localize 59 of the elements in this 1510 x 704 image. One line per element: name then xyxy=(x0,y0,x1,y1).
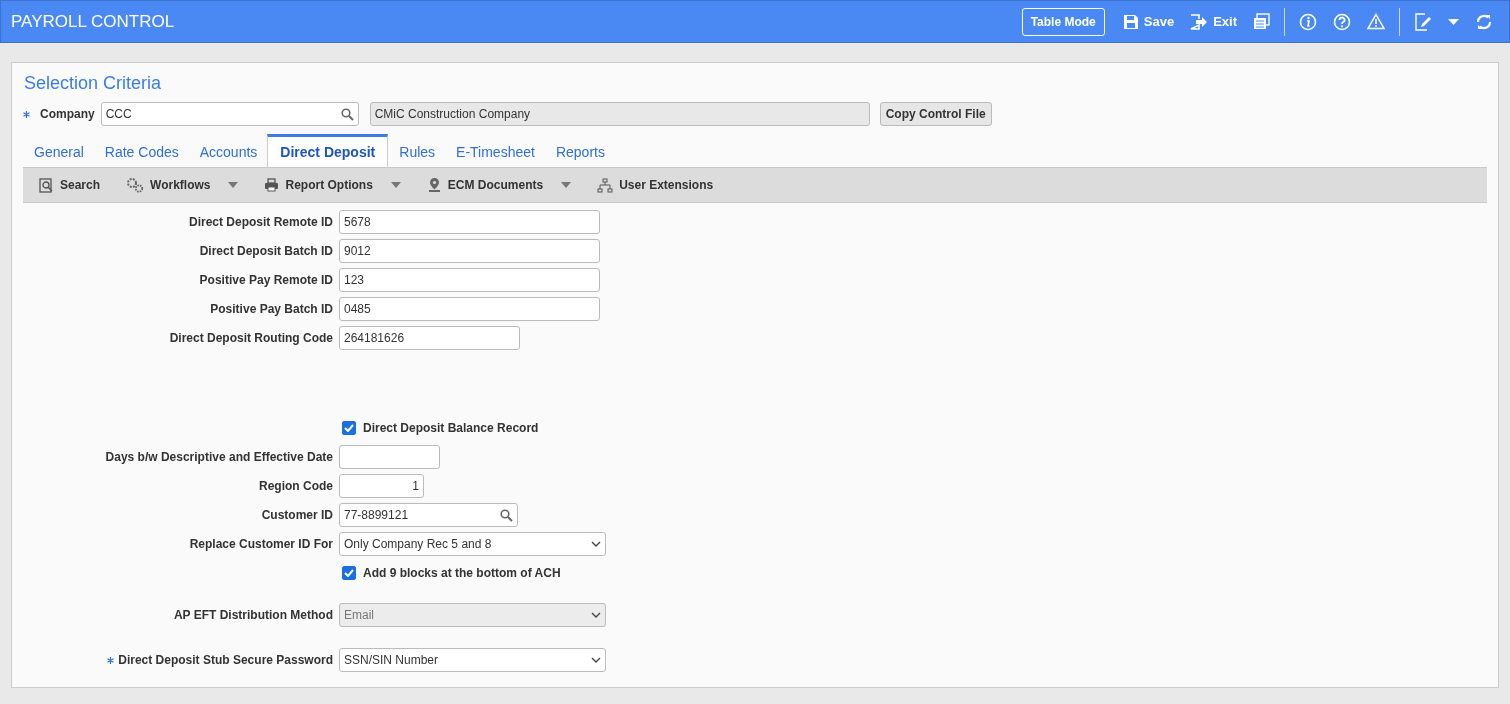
checkbox-label: Direct Deposit Balance Record xyxy=(363,421,539,435)
toolbar-button[interactable]: User Extensions xyxy=(587,173,724,197)
checkbox-label: Add 9 blocks at the bottom of ACH xyxy=(363,566,561,580)
field-label: Positive Pay Remote ID xyxy=(199,273,333,287)
tab[interactable]: E-Timesheet xyxy=(445,134,545,167)
pin-document-icon xyxy=(426,177,442,193)
field-label: Replace Customer ID For xyxy=(189,537,333,551)
tab[interactable]: Reports xyxy=(544,134,615,167)
company-name-field: CMiC Construction Company xyxy=(369,102,870,126)
field-label: Direct Deposit Batch ID xyxy=(199,244,333,258)
save-icon xyxy=(1122,13,1139,30)
toolbar-button[interactable]: Report Options xyxy=(254,174,411,196)
field-label: Company xyxy=(40,107,95,121)
field-label: Region Code xyxy=(259,479,333,493)
input-field[interactable]: 9012 xyxy=(339,239,600,263)
chevron-down-icon xyxy=(591,656,601,664)
tab[interactable]: Rules xyxy=(388,134,446,167)
input-field[interactable] xyxy=(339,445,440,469)
toolbar-button[interactable]: ECM Documents xyxy=(416,173,582,197)
field-label: Days b/w Descriptive and Effective Date xyxy=(105,450,333,464)
checkbox[interactable] xyxy=(342,566,356,580)
input-field[interactable]: 77-8899121 xyxy=(339,503,518,527)
search-icon xyxy=(340,107,354,121)
field-label: Customer ID xyxy=(261,508,333,522)
toolbar-button[interactable]: Workflows xyxy=(116,173,249,197)
search-icon xyxy=(500,508,513,522)
chevron-down-icon xyxy=(591,611,601,619)
field-label: AP EFT Distribution Method xyxy=(173,608,333,622)
caret-icon xyxy=(390,181,401,189)
window-title: PAYROLL CONTROL xyxy=(11,11,176,32)
tab[interactable]: General xyxy=(23,134,94,167)
caret-icon xyxy=(561,181,572,189)
input-field[interactable]: 1 xyxy=(339,474,424,498)
toolbar-button[interactable]: Search xyxy=(29,173,111,197)
checkbox[interactable] xyxy=(342,421,356,435)
dropdown-field[interactable]: SSN/SIN Number xyxy=(339,648,606,672)
chevron-down-icon xyxy=(591,540,601,548)
field-label: Direct Deposit Remote ID xyxy=(188,215,333,229)
caret-icon xyxy=(228,181,239,189)
company-field[interactable]: CCC xyxy=(100,102,359,126)
gears-icon xyxy=(126,177,145,193)
dropdown-field[interactable]: Only Company Rec 5 and 8 xyxy=(339,532,606,556)
printer-icon xyxy=(264,178,280,192)
exit-icon xyxy=(1190,13,1209,30)
input-field[interactable]: 0485 xyxy=(339,297,600,321)
tab[interactable]: Rate Codes xyxy=(93,134,189,167)
input-field[interactable]: 123 xyxy=(339,268,600,292)
dropdown-field: Email xyxy=(339,603,606,627)
tab[interactable]: Accounts xyxy=(188,134,268,167)
tab[interactable]: Direct Deposit xyxy=(267,134,389,167)
input-field[interactable]: 264181626 xyxy=(339,326,520,350)
section-title: Selection Criteria xyxy=(24,73,163,94)
field-label: Direct Deposit Routing Code xyxy=(169,331,333,345)
search-document-icon xyxy=(39,177,54,193)
hierarchy-icon xyxy=(597,177,614,193)
copy-control-file-button[interactable]: Copy Control File xyxy=(879,102,992,126)
field-label: Positive Pay Batch ID xyxy=(210,302,333,316)
input-field[interactable]: 5678 xyxy=(339,210,600,234)
field-label: Direct Deposit Stub Secure Password xyxy=(118,653,333,667)
